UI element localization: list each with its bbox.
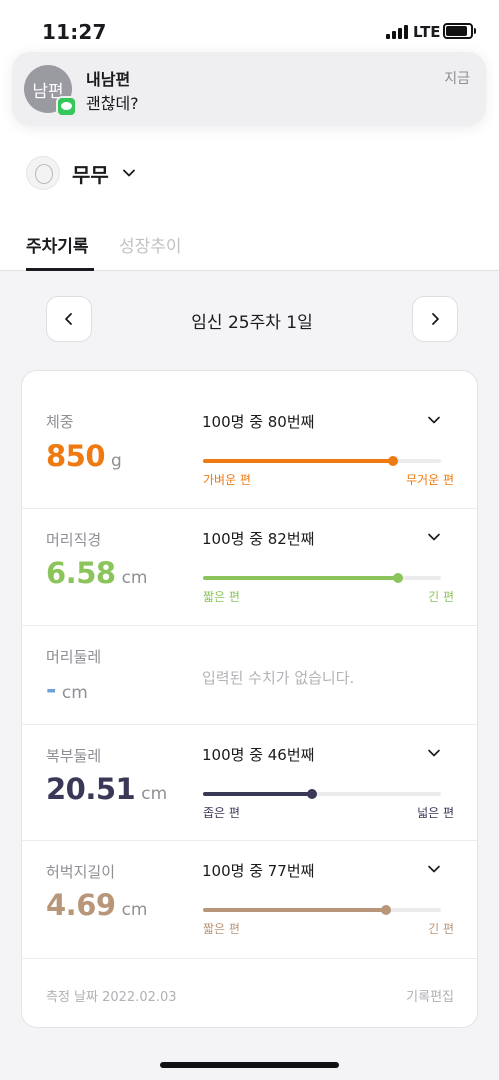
status-bar: 11:27 LTE xyxy=(0,0,499,60)
next-week-button[interactable] xyxy=(412,296,458,342)
percentile-rank: 100명 중 80번째 xyxy=(202,413,315,431)
percentile-bar xyxy=(203,573,441,583)
chevron-down-icon[interactable] xyxy=(426,861,442,877)
percentile-marker xyxy=(381,905,392,915)
metric-number: - xyxy=(46,675,56,704)
metric-unit: cm xyxy=(141,784,168,804)
metric-value: 20.51 cm xyxy=(46,772,167,806)
high-end-label: 긴 편 xyxy=(428,922,454,936)
week-navigator: 임신 25주차 1일 xyxy=(46,296,458,342)
percentile-marker xyxy=(307,789,318,799)
percentile-rank: 100명 중 82번째 xyxy=(202,530,315,548)
messages-icon xyxy=(56,96,77,117)
metric-value: 6.58 cm xyxy=(46,556,147,590)
high-end-label: 긴 편 xyxy=(428,590,454,604)
baby-profile-selector[interactable]: 무무 xyxy=(26,156,137,190)
low-end-label: 좁은 편 xyxy=(203,806,240,820)
high-end-label: 무거운 편 xyxy=(406,473,454,487)
notification-message: 괜찮데? xyxy=(86,94,139,113)
empty-value-message: 입력된 수치가 없습니다. xyxy=(202,669,355,687)
tab-bar: 주차기록 성장추이 xyxy=(0,225,499,271)
edit-record-button[interactable]: 기록편집 xyxy=(406,986,454,1005)
metric-number: 850 xyxy=(46,439,106,473)
low-end-label: 가벼운 편 xyxy=(203,473,251,487)
growth-record-card: 체중 850 g 100명 중 80번째 가벼운 편 무거운 편 머리직경 6.5… xyxy=(21,370,478,1028)
percentile-fill xyxy=(203,792,313,796)
metric-row-femur-length[interactable]: 허벅지길이 4.69 cm 100명 중 77번째 짧은 편 긴 편 xyxy=(22,841,477,959)
message-notification[interactable]: 남편 내남편 괜찮데? 지금 xyxy=(12,52,486,126)
chevron-right-icon xyxy=(432,313,439,325)
tab-weekly-records[interactable]: 주차기록 xyxy=(26,232,89,257)
low-end-label: 짧은 편 xyxy=(203,590,240,604)
active-tab-indicator xyxy=(26,268,94,271)
low-end-label: 짧은 편 xyxy=(203,922,240,936)
status-time: 11:27 xyxy=(42,20,107,44)
metric-number: 4.69 xyxy=(46,888,116,922)
notification-sender: 내남편 xyxy=(86,70,131,89)
metric-unit: g xyxy=(111,451,122,471)
metric-unit: cm xyxy=(121,568,148,588)
percentile-bar xyxy=(203,789,441,799)
current-week-label: 임신 25주차 1일 xyxy=(191,313,313,333)
metric-label: 머리둘레 xyxy=(46,648,102,666)
percentile-marker xyxy=(393,573,404,583)
percentile-bar xyxy=(203,905,441,915)
chevron-down-icon[interactable] xyxy=(426,745,442,761)
percentile-marker xyxy=(388,456,399,466)
metric-row-abdominal-circumference[interactable]: 복부둘레 20.51 cm 100명 중 46번째 좁은 편 넓은 편 xyxy=(22,725,477,841)
chevron-down-icon xyxy=(122,169,135,177)
network-label: LTE xyxy=(413,23,441,41)
baby-name: 무무 xyxy=(72,162,109,187)
notification-time: 지금 xyxy=(444,71,470,87)
metric-unit: cm xyxy=(121,900,148,920)
battery-icon xyxy=(443,23,476,39)
metric-label: 체중 xyxy=(46,413,74,431)
high-end-label: 넓은 편 xyxy=(417,806,454,820)
metric-label: 복부둘레 xyxy=(46,747,102,765)
percentile-bar xyxy=(203,456,441,466)
card-footer: 측정 날짜 2022.02.03 기록편집 xyxy=(22,959,477,1027)
metric-number: 20.51 xyxy=(46,772,136,806)
percentile-fill xyxy=(203,576,399,580)
percentile-fill xyxy=(203,908,387,912)
home-indicator[interactable] xyxy=(160,1062,339,1068)
baby-avatar-icon xyxy=(26,156,60,190)
metric-row-head-diameter[interactable]: 머리직경 6.58 cm 100명 중 82번째 짧은 편 긴 편 xyxy=(22,509,477,626)
metric-value: 4.69 cm xyxy=(46,888,147,922)
chevron-down-icon[interactable] xyxy=(426,529,442,545)
metric-label: 허벅지길이 xyxy=(46,863,116,881)
metric-value: - cm xyxy=(46,675,88,704)
percentile-fill xyxy=(203,459,394,463)
app-screen: 11:27 LTE 남편 내남편 괜찮데? 지금 무무 주차기록 성장추이 임신… xyxy=(0,0,499,1080)
chevron-down-icon[interactable] xyxy=(426,412,442,428)
percentile-rank: 100명 중 77번째 xyxy=(202,862,315,880)
percentile-rank: 100명 중 46번째 xyxy=(202,746,315,764)
metric-number: 6.58 xyxy=(46,556,116,590)
metric-row-weight[interactable]: 체중 850 g 100명 중 80번째 가벼운 편 무거운 편 xyxy=(22,371,477,509)
metric-row-head-circumference[interactable]: 머리둘레 - cm 입력된 수치가 없습니다. xyxy=(22,626,477,725)
tab-growth-trend[interactable]: 성장추이 xyxy=(119,232,182,257)
metric-label: 머리직경 xyxy=(46,531,102,549)
metric-value: 850 g xyxy=(46,439,122,473)
metric-unit: cm xyxy=(61,683,88,703)
measure-date: 측정 날짜 2022.02.03 xyxy=(46,990,177,1005)
signal-icon xyxy=(386,25,408,39)
